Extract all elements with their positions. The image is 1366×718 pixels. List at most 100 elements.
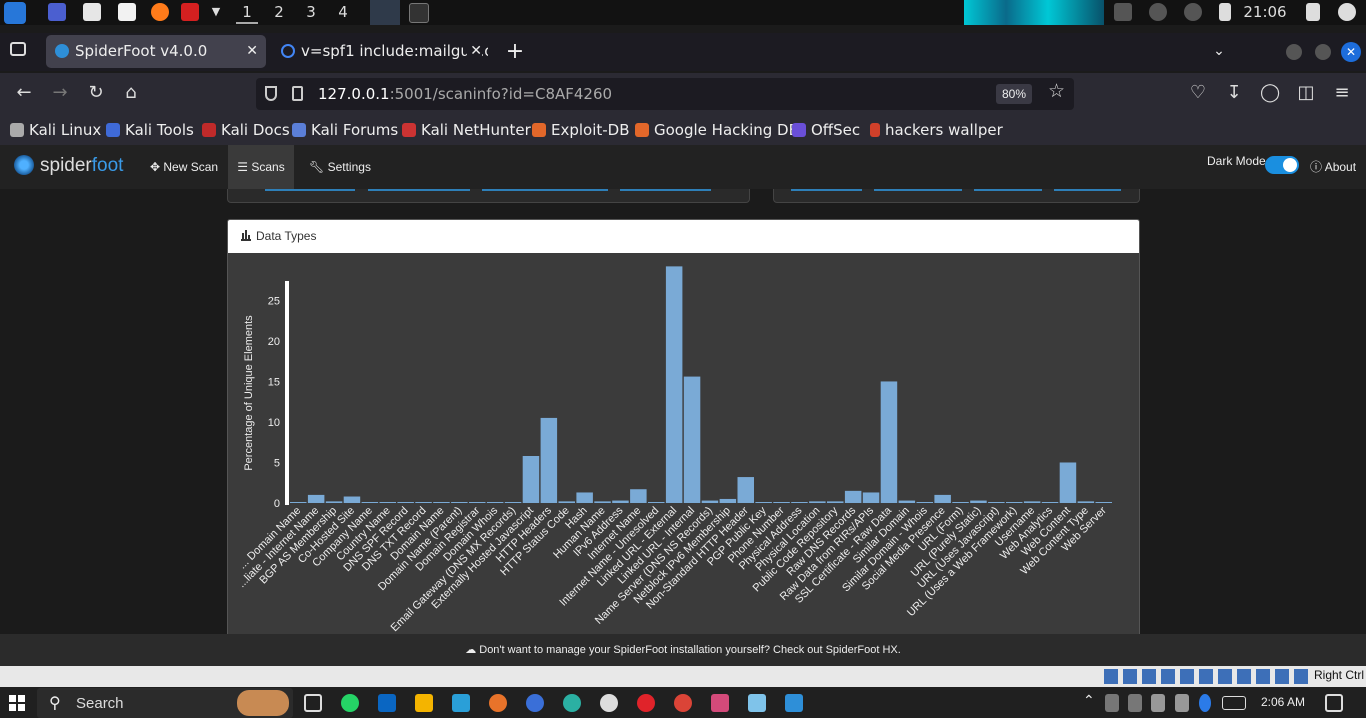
chart-bar[interactable] xyxy=(1077,501,1095,503)
virtualbox-icon[interactable] xyxy=(785,694,803,712)
terminal-red-icon[interactable] xyxy=(181,3,199,21)
workspace-2[interactable]: 2 xyxy=(268,2,290,22)
opera-icon[interactable] xyxy=(637,694,655,712)
kali-menu-icon[interactable] xyxy=(4,2,26,24)
bookmark-kali-nethunter[interactable]: Kali NetHunter xyxy=(402,120,531,140)
nav-about[interactable]: ⓘ About xyxy=(1310,145,1356,189)
download-icon[interactable]: ↧ xyxy=(1224,83,1244,103)
chart-bar[interactable] xyxy=(504,502,522,503)
chatgpt-icon[interactable] xyxy=(600,694,618,712)
chart-bar[interactable] xyxy=(540,417,558,503)
tab-google[interactable]: v=spf1 include:mailgun.or ✕ xyxy=(272,35,488,68)
nav-new-scan[interactable]: ✥ New Scan xyxy=(150,145,218,189)
chart-bar[interactable] xyxy=(952,502,969,503)
chart-bar[interactable] xyxy=(522,456,540,503)
bluetooth-icon[interactable] xyxy=(1199,694,1211,712)
whatsapp-icon[interactable] xyxy=(341,694,359,712)
url-text[interactable]: 127.0.0.1:5001/scaninfo?id=C8AF4260 xyxy=(318,78,612,110)
app-icon[interactable] xyxy=(489,694,507,712)
notification-icon[interactable] xyxy=(1325,694,1343,712)
chart-bar[interactable] xyxy=(809,501,826,503)
nav-scans[interactable]: ☰ Scans xyxy=(228,145,294,189)
bookmark-google-hacking-db[interactable]: Google Hacking DB xyxy=(635,120,799,140)
close-tab-icon[interactable]: ✕ xyxy=(467,35,482,68)
chart-bar[interactable] xyxy=(862,492,880,503)
terminal-window-icon[interactable] xyxy=(409,3,429,23)
firefox-window-icon[interactable] xyxy=(370,0,400,25)
chart-bar[interactable] xyxy=(325,501,343,503)
chart-bar[interactable] xyxy=(1023,501,1041,503)
screen-icon[interactable] xyxy=(1114,3,1132,21)
chart-bar[interactable] xyxy=(827,501,844,503)
footer-text[interactable]: Don't want to manage your SpiderFoot ins… xyxy=(479,644,901,656)
chart-bar[interactable] xyxy=(1006,502,1023,503)
chart-bar[interactable] xyxy=(683,376,701,503)
google-drive-icon[interactable] xyxy=(415,694,433,712)
chart-bar[interactable] xyxy=(558,501,576,503)
tab-spiderfoot[interactable]: SpiderFoot v4.0.0 ✕ xyxy=(46,35,266,68)
battery-icon[interactable] xyxy=(1219,3,1231,21)
workspace-3[interactable]: 3 xyxy=(300,2,322,22)
tab-overview-icon[interactable] xyxy=(10,42,26,56)
chart-bar[interactable] xyxy=(290,502,307,503)
windows-start-icon[interactable] xyxy=(9,695,25,711)
chart-bar[interactable] xyxy=(612,500,629,503)
chart-bar[interactable] xyxy=(630,489,647,503)
chart-bar[interactable] xyxy=(934,494,951,503)
chart-bar[interactable] xyxy=(916,502,934,503)
bookmark-star-icon[interactable]: ☆ xyxy=(1048,80,1065,103)
notepad-icon[interactable] xyxy=(748,694,766,712)
chart-bar[interactable] xyxy=(665,266,683,503)
chart-bar[interactable] xyxy=(1041,502,1059,503)
chart-bar[interactable] xyxy=(1095,502,1113,503)
chart-bar[interactable] xyxy=(361,502,379,503)
chart-bar[interactable] xyxy=(898,500,916,503)
back-icon[interactable]: ← xyxy=(14,83,34,103)
maximize-icon[interactable] xyxy=(1315,44,1331,60)
task-view-icon[interactable] xyxy=(304,694,322,712)
chart-bar[interactable] xyxy=(343,496,361,503)
bookmark-kali-linux[interactable]: Kali Linux xyxy=(10,120,101,140)
chart-bar[interactable] xyxy=(844,490,862,503)
chart-bar[interactable] xyxy=(415,502,432,503)
chevron-down-icon[interactable]: ▼ xyxy=(205,2,227,22)
extensions-icon[interactable]: ◫ xyxy=(1296,83,1316,103)
tray-icon[interactable] xyxy=(1128,694,1142,712)
app-icon[interactable] xyxy=(526,694,544,712)
tray-chevron-icon[interactable]: ⌃ xyxy=(1083,692,1095,709)
chart-bar[interactable] xyxy=(486,502,504,503)
pocket-icon[interactable]: ♡ xyxy=(1188,83,1208,103)
file-manager-icon[interactable] xyxy=(83,3,101,21)
chart-bar[interactable] xyxy=(773,502,790,503)
tray-icon[interactable] xyxy=(1105,694,1119,712)
chart-bar[interactable] xyxy=(791,502,808,503)
chart-bar[interactable] xyxy=(719,498,737,503)
bookmark-exploit-db[interactable]: Exploit-DB xyxy=(532,120,630,140)
chart-bar[interactable] xyxy=(988,502,1005,503)
edge-icon[interactable] xyxy=(563,694,581,712)
workspace-4[interactable]: 4 xyxy=(332,2,354,22)
desktop-icon[interactable] xyxy=(48,3,66,21)
linkedin-icon[interactable] xyxy=(378,694,396,712)
chrome-icon[interactable] xyxy=(674,694,692,712)
taskbar-clock[interactable]: 2:06 AM xyxy=(1261,695,1305,709)
chart-bar[interactable] xyxy=(594,501,611,503)
chart-bar[interactable] xyxy=(379,502,397,503)
wifi-icon[interactable] xyxy=(1175,694,1189,712)
lock-icon[interactable] xyxy=(1306,3,1320,21)
chart-bar[interactable] xyxy=(701,500,719,503)
close-window-icon[interactable]: ✕ xyxy=(1341,42,1361,62)
chart-bar[interactable] xyxy=(970,500,987,503)
chart-bar[interactable] xyxy=(451,502,468,503)
chart-bar[interactable] xyxy=(880,381,898,503)
home-icon[interactable]: ⌂ xyxy=(121,83,141,103)
bookmark-hackers-wallper[interactable]: hackers wallper xyxy=(870,120,1003,140)
workspace-1[interactable]: 1 xyxy=(236,2,258,24)
chart-bar[interactable] xyxy=(1059,462,1077,503)
chart-bar[interactable] xyxy=(576,492,593,503)
page-info-icon[interactable] xyxy=(292,86,303,101)
dark-mode-toggle[interactable] xyxy=(1265,156,1299,174)
bookmark-offsec[interactable]: OffSec xyxy=(792,120,860,140)
volume-icon[interactable] xyxy=(1149,3,1167,21)
zoom-badge[interactable]: 80% xyxy=(996,84,1033,104)
